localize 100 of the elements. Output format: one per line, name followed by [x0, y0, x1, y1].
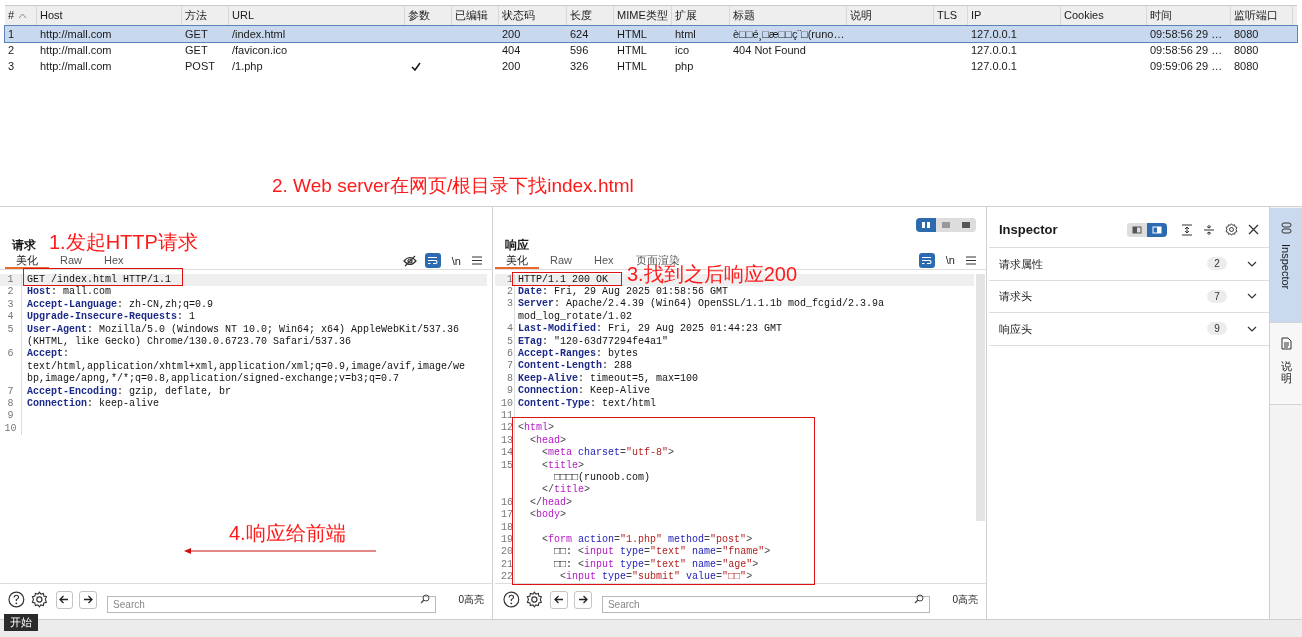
settings-icon[interactable] — [30, 591, 48, 608]
line-number: 15 — [501, 459, 513, 471]
column-header[interactable]: URL — [232, 7, 254, 24]
wrap-icon — [427, 256, 439, 266]
table-cell-text: /index.html — [232, 26, 286, 42]
settings-icon[interactable] — [1225, 223, 1238, 236]
code-line: </head> — [529, 496, 573, 509]
layout-toggle[interactable] — [1147, 222, 1167, 237]
line-number: 4 — [507, 323, 513, 335]
table-cell-text: 8080 — [1234, 26, 1259, 42]
tab[interactable]: Raw — [539, 253, 583, 269]
tab[interactable]: 美化 — [495, 253, 539, 269]
column-header[interactable]: 已编辑 — [455, 7, 488, 24]
tab[interactable]: Hex — [583, 253, 625, 269]
search-field[interactable]: Search — [601, 596, 931, 614]
code-line: Date: Fri, 29 Aug 2025 01:58:56 GMT — [518, 286, 729, 298]
column-header[interactable]: 参数 — [408, 7, 430, 24]
line-number: 1 — [507, 273, 513, 285]
menu-icon[interactable] — [966, 255, 976, 265]
left-arrow-icon — [59, 595, 70, 604]
newline-button[interactable]: \n — [448, 252, 464, 269]
count-badge: 7 — [1207, 289, 1227, 303]
code-line: Host: mall.com — [27, 286, 112, 299]
tab[interactable]: 美化 — [5, 254, 49, 269]
column-header[interactable]: 监听端口 — [1234, 7, 1278, 24]
code-line: Content-Length: 288 — [518, 360, 633, 373]
code-line: Server: Apache/2.4.39 (Win64) OpenSSL/1.1.1b mod_fcgid/2.3.9a — [518, 298, 885, 311]
panel-title: 响应 — [505, 238, 529, 252]
tab[interactable]: Raw — [49, 254, 93, 269]
wrap-toggle[interactable] — [424, 253, 441, 269]
layout-icon — [921, 221, 931, 229]
table-cell-text: 2 — [8, 42, 15, 58]
table-cell-text: php — [675, 58, 694, 74]
highlight-count: 0高亮 — [458, 593, 484, 607]
column-header[interactable]: 标题 — [733, 7, 755, 24]
close-icon[interactable] — [1248, 224, 1259, 235]
code-line: Accept-Ranges: bytes — [518, 348, 639, 360]
table-cell-text: HTML — [617, 26, 647, 42]
line-number: 1 — [7, 274, 14, 285]
code-line: Accept: — [27, 348, 70, 361]
wrap-toggle[interactable] — [918, 252, 935, 268]
section-label: 请求头 — [999, 289, 1032, 304]
table-cell-text: 596 — [570, 42, 589, 58]
column-header[interactable]: Host — [40, 7, 63, 24]
table-cell-text: POST — [185, 58, 215, 74]
eye-slash-icon[interactable] — [402, 254, 417, 267]
menu-icon[interactable] — [472, 256, 482, 266]
column-header[interactable]: MIME类型 — [617, 7, 668, 24]
forward-button[interactable] — [79, 590, 98, 609]
tooltip: 开始 — [4, 614, 38, 631]
tab[interactable]: Hex — [93, 254, 135, 269]
section-label: 响应头 — [999, 321, 1032, 337]
table-cell-text: ico — [675, 42, 690, 58]
code-line: GET /index.html HTTP/1.1 — [27, 274, 172, 286]
back-button[interactable] — [550, 590, 569, 609]
table-cell-text: 09:58:56 29 … — [1150, 42, 1223, 58]
search-field[interactable]: Search — [107, 596, 437, 613]
code-line: □□: <input type="text" name="age"> — [553, 558, 759, 571]
forward-button[interactable] — [574, 590, 592, 609]
line-number: 17 — [501, 509, 513, 521]
section-label: 请求属性 — [999, 256, 1043, 272]
view-mode-button[interactable] — [916, 218, 936, 232]
scrollbar[interactable] — [976, 273, 985, 521]
help-icon[interactable] — [503, 591, 520, 609]
annotation-text: 2. Web server在网页/根目录下找index.html — [272, 175, 634, 197]
line-number: 5 — [7, 323, 14, 335]
column-header[interactable]: 状态码 — [502, 7, 535, 24]
side-tab[interactable]: 说明 — [1270, 323, 1302, 405]
settings-icon[interactable] — [525, 591, 543, 609]
table-cell-text: è□□é¸□æ□□ç¨□(runo… — [733, 26, 845, 43]
table-row[interactable]: 1 http://mall.com GET /index.html 200 624 HTML html è□□é¸□æ□□ç¨□(runo… 127.0.0.1 09:58:56 29 … 8080 — [5, 26, 1297, 42]
table-cell-text: http://mall.com — [40, 42, 112, 58]
back-button[interactable] — [55, 590, 74, 609]
search-icon — [914, 594, 925, 605]
collapse-all-icon[interactable] — [1203, 223, 1215, 236]
inspector-section[interactable]: 请求属性 2 — [989, 248, 1269, 281]
column-header[interactable]: TLS — [937, 7, 958, 24]
side-tab[interactable]: Inspector — [1270, 208, 1302, 323]
column-header[interactable]: 方法 — [185, 7, 207, 24]
table-cell-text: http://mall.com — [40, 26, 112, 42]
column-header[interactable]: 长度 — [570, 7, 592, 24]
table-cell-text: GET — [185, 42, 208, 58]
line-number: 22 — [501, 571, 513, 583]
column-header[interactable]: 时间 — [1150, 7, 1172, 24]
column-header[interactable]: Cookies — [1064, 7, 1104, 24]
column-header[interactable]: 说明 — [850, 7, 872, 24]
inspector-section[interactable]: 请求头 7 — [989, 280, 1269, 313]
code-line: text/html,application/xhtml+xml,application/xml;q=0.9,image/avif,image/we — [27, 360, 466, 373]
inspector-section[interactable]: 响应头 9 — [989, 313, 1269, 346]
expand-all-icon[interactable] — [1181, 223, 1193, 236]
code-line: Upgrade-Insecure-Requests: 1 — [27, 311, 196, 324]
column-header[interactable]: IP — [971, 7, 982, 24]
column-header[interactable]: # — [8, 7, 15, 24]
table-cell-text: 404 — [502, 42, 521, 58]
line-number: 10 — [501, 397, 513, 409]
column-header[interactable]: 扩展 — [675, 7, 697, 24]
line-number: 10 — [4, 422, 17, 434]
help-icon[interactable] — [8, 591, 25, 608]
newline-button[interactable]: \n — [942, 252, 958, 269]
table-cell-text: 127.0.0.1 — [971, 26, 1017, 42]
